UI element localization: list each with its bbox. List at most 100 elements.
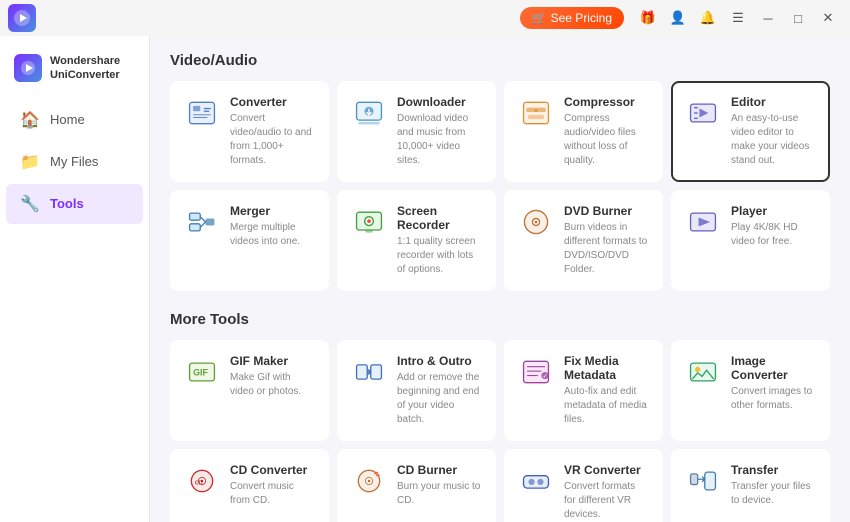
tool-cd-burner[interactable]: CD Burner Burn your music to CD. [337,449,496,522]
title-bar: 🛒 See Pricing 🎁 👤 🔔 ☰ ─ □ ✕ [0,0,850,36]
tool-merger[interactable]: Merger Merge multiple videos into one. [170,190,329,291]
dvd-burner-name: DVD Burner [564,204,649,218]
vr-converter-desc: Convert formats for different VR devices… [564,480,649,522]
tool-downloader[interactable]: Downloader Download video and music from… [337,81,496,182]
dvd-burner-info: DVD Burner Burn videos in different form… [564,204,649,277]
converter-desc: Convert video/audio to and from 1,000+ f… [230,112,315,168]
transfer-info: Transfer Transfer your files to device. [731,463,816,508]
svg-text:✓: ✓ [543,373,548,380]
image-converter-icon-box [685,354,721,390]
merger-icon-box [184,204,220,240]
converter-name: Converter [230,95,315,109]
cd-burner-info: CD Burner Burn your music to CD. [397,463,482,508]
section-more-tools-title: More Tools [170,311,830,328]
screen-recorder-name: Screen Recorder [397,204,482,232]
intro-outro-name: Intro & Outro [397,354,482,368]
downloader-desc: Download video and music from 10,000+ vi… [397,112,482,168]
cd-converter-name: CD Converter [230,463,315,477]
tool-dvd-burner[interactable]: DVD Burner Burn videos in different form… [504,190,663,291]
tool-converter[interactable]: Converter Convert video/audio to and fro… [170,81,329,182]
brand: Wondershare UniConverter [0,46,149,99]
vr-converter-name: VR Converter [564,463,649,477]
tool-vr-converter[interactable]: VR Converter Convert formats for differe… [504,449,663,522]
gif-maker-info: GIF Maker Make Gif with video or photos. [230,354,315,399]
merger-desc: Merge multiple videos into one. [230,221,315,249]
minimize-button[interactable]: ─ [754,4,782,32]
downloader-name: Downloader [397,95,482,109]
transfer-name: Transfer [731,463,816,477]
editor-name: Editor [731,95,816,109]
sidebar: Wondershare UniConverter 🏠 Home 📁 My Fil… [0,36,150,522]
merger-name: Merger [230,204,315,218]
fix-media-metadata-info: Fix Media Metadata Auto-fix and edit met… [564,354,649,427]
tools-icon: 🔧 [20,194,40,214]
intro-outro-info: Intro & Outro Add or remove the beginnin… [397,354,482,427]
player-name: Player [731,204,816,218]
sidebar-item-tools[interactable]: 🔧 Tools [6,184,143,224]
video-audio-grid: Converter Convert video/audio to and fro… [170,81,830,291]
downloader-icon-box [351,95,387,131]
tool-fix-media-metadata[interactable]: ✓ Fix Media Metadata Auto-fix and edit m… [504,340,663,441]
screen-recorder-icon-box [351,204,387,240]
fix-media-metadata-icon-box: ✓ [518,354,554,390]
screen-recorder-info: Screen Recorder 1:1 quality screen recor… [397,204,482,277]
editor-icon-box [685,95,721,131]
notification-icon[interactable]: 🔔 [694,4,722,32]
svg-text:GIF: GIF [193,368,208,378]
user-icon[interactable]: 👤 [664,4,692,32]
tool-compressor[interactable]: Compressor Compress audio/video files wi… [504,81,663,182]
fix-media-metadata-name: Fix Media Metadata [564,354,649,382]
gif-maker-desc: Make Gif with video or photos. [230,371,315,399]
cd-burner-desc: Burn your music to CD. [397,480,482,508]
dvd-burner-icon-box [518,204,554,240]
sidebar-item-home[interactable]: 🏠 Home [6,100,143,140]
editor-info: Editor An easy-to-use video editor to ma… [731,95,816,168]
tools-label: Tools [50,196,84,211]
tool-intro-outro[interactable]: Intro & Outro Add or remove the beginnin… [337,340,496,441]
tool-screen-recorder[interactable]: Screen Recorder 1:1 quality screen recor… [337,190,496,291]
cd-burner-name: CD Burner [397,463,482,477]
sidebar-logo [14,54,42,82]
home-label: Home [50,112,85,127]
transfer-icon-box [685,463,721,499]
myfiles-label: My Files [50,154,98,169]
title-bar-left [8,4,36,32]
dvd-burner-desc: Burn videos in different formats to DVD/… [564,221,649,277]
player-icon-box [685,204,721,240]
compressor-icon-box [518,95,554,131]
intro-outro-icon-box [351,354,387,390]
close-button[interactable]: ✕ [814,4,842,32]
compressor-name: Compressor [564,95,649,109]
home-icon: 🏠 [20,110,40,130]
cd-converter-icon-box: CD [184,463,220,499]
app-logo [8,4,36,32]
gif-maker-name: GIF Maker [230,354,315,368]
app-container: Wondershare UniConverter 🏠 Home 📁 My Fil… [0,36,850,522]
brand-line2: UniConverter [50,68,120,82]
intro-outro-desc: Add or remove the beginning and end of y… [397,371,482,427]
main-content: Video/Audio Converter Convert vid [150,36,850,522]
see-pricing-button[interactable]: 🛒 See Pricing [520,7,624,29]
sidebar-item-myfiles[interactable]: 📁 My Files [6,142,143,182]
tool-player[interactable]: Player Play 4K/8K HD video for free. [671,190,830,291]
tool-cd-converter[interactable]: CD CD Converter Convert music from CD. [170,449,329,522]
menu-icon[interactable]: ☰ [724,4,752,32]
brand-text: Wondershare UniConverter [50,54,120,83]
maximize-button[interactable]: □ [784,4,812,32]
image-converter-info: Image Converter Convert images to other … [731,354,816,413]
tool-editor[interactable]: Editor An easy-to-use video editor to ma… [671,81,830,182]
image-converter-name: Image Converter [731,354,816,382]
tool-transfer[interactable]: Transfer Transfer your files to device. [671,449,830,522]
image-converter-desc: Convert images to other formats. [731,385,816,413]
player-desc: Play 4K/8K HD video for free. [731,221,816,249]
transfer-desc: Transfer your files to device. [731,480,816,508]
compressor-info: Compressor Compress audio/video files wi… [564,95,649,168]
compressor-desc: Compress audio/video files without loss … [564,112,649,168]
title-bar-right: 🛒 See Pricing 🎁 👤 🔔 ☰ ─ □ ✕ [520,4,842,32]
gift-icon[interactable]: 🎁 [634,4,662,32]
tool-image-converter[interactable]: Image Converter Convert images to other … [671,340,830,441]
gif-maker-icon-box: GIF [184,354,220,390]
tool-gif-maker[interactable]: GIF GIF Maker Make Gif with video or pho… [170,340,329,441]
cd-converter-desc: Convert music from CD. [230,480,315,508]
fix-media-metadata-desc: Auto-fix and edit metadata of media file… [564,385,649,427]
